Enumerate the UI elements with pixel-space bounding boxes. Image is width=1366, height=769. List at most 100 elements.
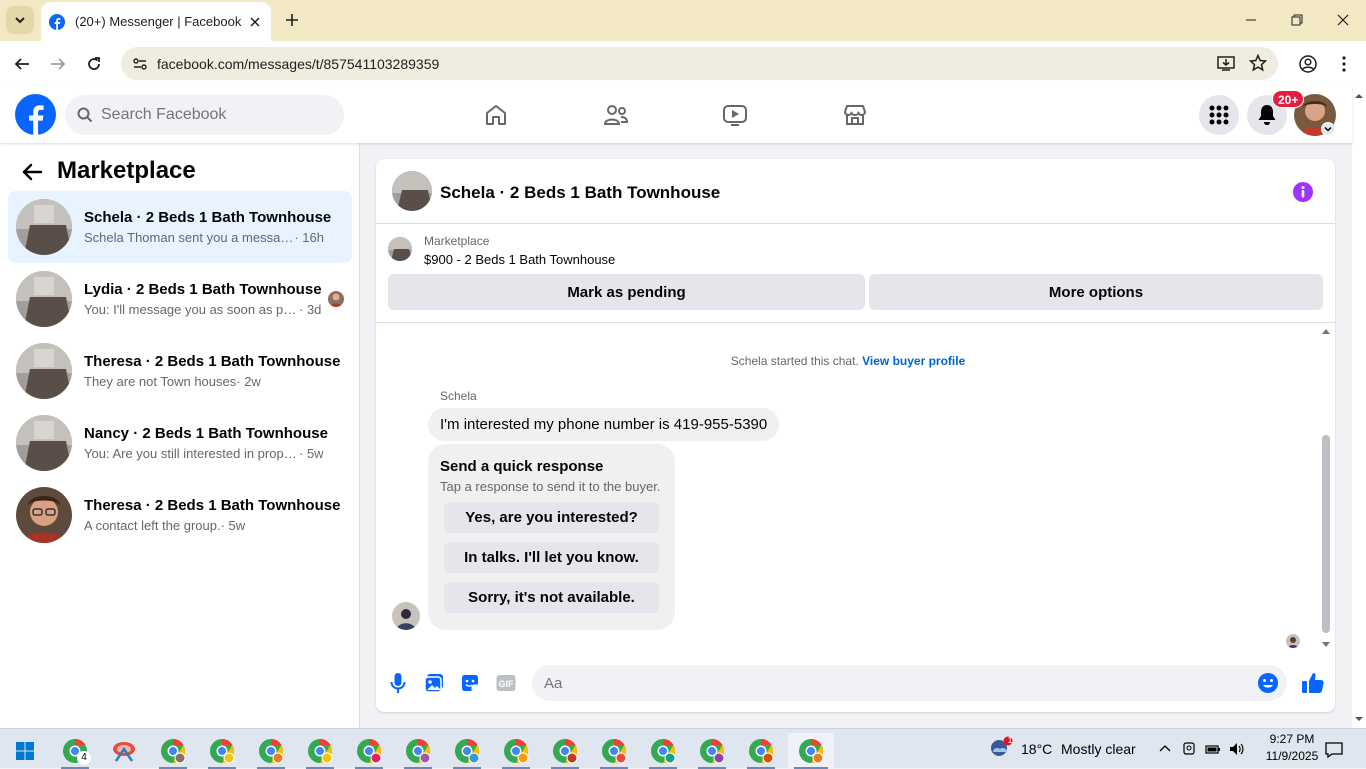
taskbar-app-chrome[interactable]: 4: [55, 733, 95, 769]
video-icon[interactable]: [721, 101, 749, 129]
back-arrow-icon[interactable]: [20, 160, 44, 184]
quick-response-button[interactable]: In talks. I'll let you know.: [444, 542, 659, 573]
info-icon[interactable]: [1292, 181, 1314, 203]
taskbar-app-chrome[interactable]: [251, 733, 291, 769]
battery-icon[interactable]: [1205, 741, 1221, 757]
browser-tab[interactable]: (20+) Messenger | Facebook: [41, 2, 271, 41]
photo-icon[interactable]: [422, 671, 446, 695]
profile-icon[interactable]: [1294, 50, 1322, 78]
notification-center-icon[interactable]: [1325, 741, 1343, 759]
conversation-item[interactable]: Theresa · 2 Beds 1 Bath Townhouse A cont…: [8, 479, 352, 551]
taskbar-app-chrome[interactable]: [153, 733, 193, 769]
quick-response-button[interactable]: Yes, are you interested?: [444, 502, 659, 533]
taskbar-app-chrome[interactable]: [692, 733, 732, 769]
contact-avatar: [16, 487, 72, 543]
meet-now-icon[interactable]: [1181, 741, 1197, 757]
message-input[interactable]: [544, 665, 1244, 701]
new-tab-plus-icon[interactable]: [280, 8, 304, 32]
weather-description[interactable]: Mostly clear: [1061, 741, 1136, 757]
address-bar[interactable]: facebook.com/messages/t/857541103289359: [121, 47, 1278, 80]
scroll-thumb[interactable]: [1322, 435, 1330, 633]
quick-response-button[interactable]: Sorry, it's not available.: [444, 582, 659, 613]
mark-as-pending-button[interactable]: Mark as pending: [388, 274, 865, 310]
scroll-up-arrow-icon[interactable]: [1320, 327, 1332, 335]
site-settings-icon[interactable]: [132, 56, 148, 72]
taskbar-app-chrome[interactable]: [545, 733, 585, 769]
close-window-icon[interactable]: [1320, 0, 1366, 40]
marketplace-icon[interactable]: [841, 101, 869, 129]
taskbar-app-chrome[interactable]: [594, 733, 634, 769]
gif-icon[interactable]: GIF: [494, 671, 518, 695]
conversation-snippet: You: I'll message you as soon as po...: [84, 302, 299, 317]
taskbar-app[interactable]: [104, 733, 144, 769]
chrome-icon: [651, 739, 676, 764]
conversation-name: Theresa · 2 Beds 1 Bath Townhouse: [84, 353, 341, 370]
taskbar-app-chrome[interactable]: [202, 733, 242, 769]
taskbar-app-chrome[interactable]: [643, 733, 683, 769]
forward-arrow-icon[interactable]: [44, 50, 72, 78]
chat-avatar[interactable]: [392, 171, 432, 211]
search-input[interactable]: [101, 106, 321, 124]
taskbar-app-chrome[interactable]: [349, 733, 389, 769]
account-menu-chevron-icon[interactable]: [1321, 122, 1335, 136]
taskbar-app-chrome[interactable]: [300, 733, 340, 769]
seen-avatar: [328, 291, 344, 307]
message-composer: GIF: [376, 659, 1335, 709]
facebook-search-bar[interactable]: [65, 95, 344, 135]
taskbar-app-chrome[interactable]: [741, 733, 781, 769]
conversation-item[interactable]: Lydia · 2 Beds 1 Bath Townhouse You: I'l…: [8, 263, 352, 335]
install-app-icon[interactable]: [1217, 54, 1235, 72]
listing-thumbnail: [16, 415, 72, 471]
facebook-logo-icon[interactable]: [15, 94, 56, 135]
home-icon[interactable]: [482, 101, 510, 129]
microphone-icon[interactable]: [386, 671, 410, 695]
conversation-item[interactable]: Theresa · 2 Beds 1 Bath Townhouse They a…: [8, 335, 352, 407]
conversation-snippet: Schela Thoman sent you a message ...: [84, 230, 295, 245]
conversation-item[interactable]: Nancy · 2 Beds 1 Bath Townhouse You: Are…: [8, 407, 352, 479]
clock-time[interactable]: 9:27 PM: [1262, 732, 1322, 746]
view-buyer-profile-link[interactable]: View buyer profile: [862, 354, 965, 368]
taskbar-app-chrome[interactable]: [447, 733, 487, 769]
scroll-down-arrow-icon[interactable]: [1320, 641, 1332, 649]
tab-close-icon[interactable]: [243, 10, 267, 34]
chat-scrollbar[interactable]: [1320, 327, 1332, 649]
tab-title: (20+) Messenger | Facebook: [75, 14, 242, 29]
bookmark-star-icon[interactable]: [1249, 54, 1267, 72]
chrome-icon: [504, 739, 529, 764]
taskbar-app-chrome-active[interactable]: [788, 733, 834, 769]
reload-icon[interactable]: [80, 50, 108, 78]
conversation-item[interactable]: Schela · 2 Beds 1 Bath Townhouse Schela …: [8, 191, 352, 263]
friends-icon[interactable]: [602, 101, 630, 129]
chrome-icon: [799, 739, 824, 764]
sender-avatar[interactable]: [392, 602, 420, 630]
emoji-icon[interactable]: [1257, 672, 1279, 694]
chrome-icon: [455, 739, 480, 764]
page-scrollbar[interactable]: [1352, 87, 1366, 728]
minimize-icon[interactable]: [1228, 0, 1274, 40]
chat-title[interactable]: Schela · 2 Beds 1 Bath Townhouse: [440, 183, 720, 203]
taskbar-app-chrome[interactable]: [496, 733, 536, 769]
message-bubble: I'm interested my phone number is 419-95…: [428, 408, 780, 441]
thumbs-up-icon[interactable]: [1300, 671, 1326, 695]
clock-date[interactable]: 11/9/2025: [1262, 749, 1322, 763]
chat-panel: Schela · 2 Beds 1 Bath Townhouse Marketp…: [376, 159, 1335, 712]
speaker-icon[interactable]: [1229, 741, 1245, 757]
start-button[interactable]: [5, 733, 45, 769]
weather-temperature[interactable]: 18°C: [1021, 741, 1052, 757]
listing-thumbnail[interactable]: [388, 237, 412, 261]
scroll-up-arrow-icon[interactable]: [1352, 89, 1366, 103]
sticker-icon[interactable]: [458, 671, 482, 695]
scroll-down-arrow-icon[interactable]: [1352, 712, 1366, 726]
chevron-up-icon[interactable]: [1157, 741, 1173, 757]
page-title: Marketplace: [57, 157, 196, 184]
chrome-menu-icon[interactable]: [1330, 50, 1358, 78]
message-input-container[interactable]: [532, 665, 1287, 701]
menu-grid-button[interactable]: [1199, 95, 1239, 135]
search-icon: [77, 107, 93, 123]
listing-price[interactable]: $900 - 2 Beds 1 Bath Townhouse: [424, 252, 615, 267]
tab-search-button[interactable]: [6, 6, 34, 34]
restore-icon[interactable]: [1274, 0, 1320, 40]
more-options-button[interactable]: More options: [869, 274, 1323, 310]
taskbar-app-chrome[interactable]: [398, 733, 438, 769]
back-arrow-icon[interactable]: [8, 50, 36, 78]
